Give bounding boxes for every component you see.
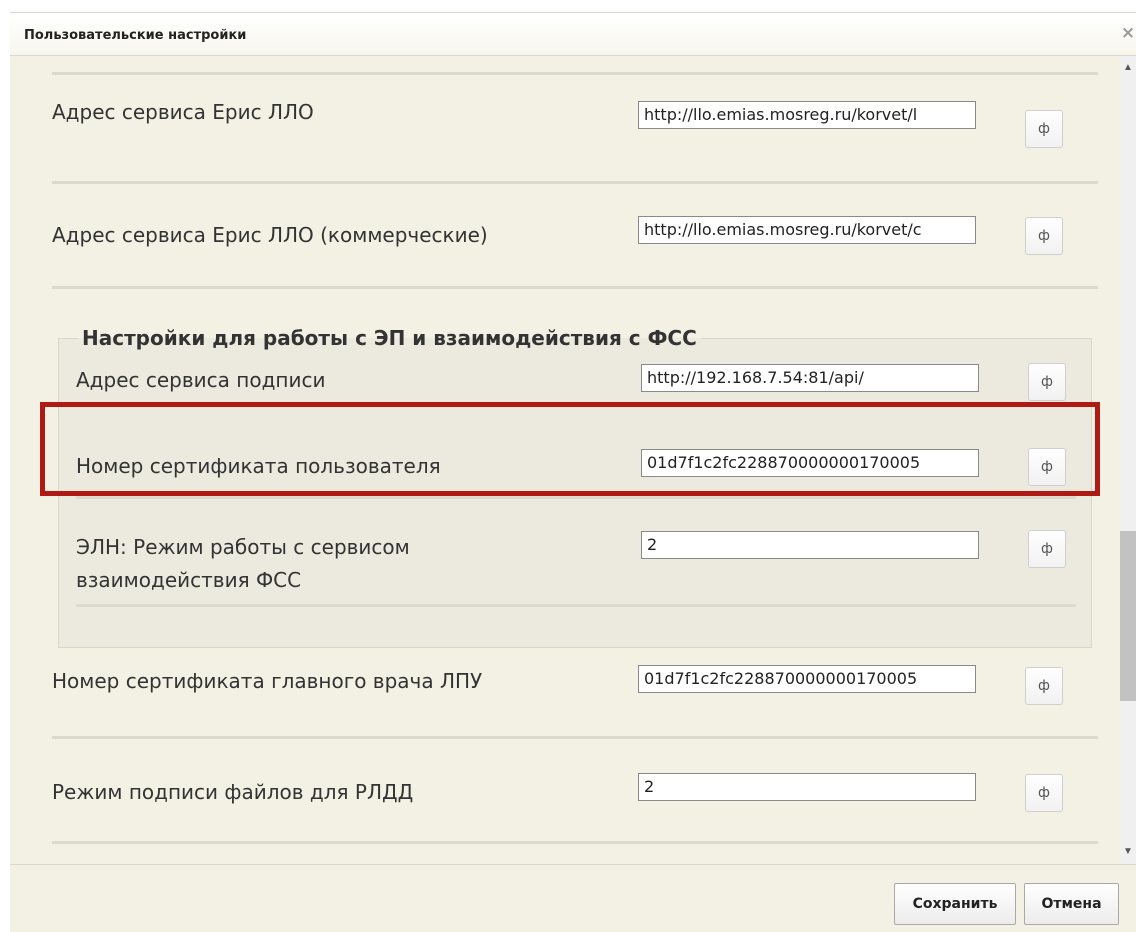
triangle-up-icon[interactable]: ▲ (1120, 60, 1136, 76)
divider (76, 604, 1076, 607)
chief-doctor-certificate-label: Номер сертификата главного врача ЛПУ (52, 669, 483, 693)
eln-mode-label-line2: взаимодействия ФСС (76, 568, 302, 592)
reset-icon: ф (1041, 374, 1053, 390)
reset-icon: ф (1041, 541, 1053, 557)
divider (52, 736, 1098, 739)
settings-content: Адрес сервиса Ерис ЛЛО http://llo.emias.… (10, 56, 1120, 864)
eris-llo-commercial-input[interactable]: http://llo.emias.mosreg.ru/korvet/c (638, 216, 976, 244)
rldd-signature-mode-reset-button[interactable]: ф (1025, 774, 1063, 812)
dialog-title: Пользовательские настройки (24, 28, 247, 43)
eris-llo-reset-button[interactable]: ф (1025, 110, 1063, 148)
divider (52, 181, 1098, 184)
eln-mode-label-line1: ЭЛН: Режим работы с сервисом (76, 535, 410, 559)
divider (52, 841, 1098, 844)
divider (76, 496, 1076, 499)
signature-service-label: Адрес сервиса подписи (76, 368, 326, 392)
reset-icon: ф (1038, 228, 1050, 244)
save-button[interactable]: Сохранить (894, 883, 1016, 925)
eris-llo-input[interactable]: http://llo.emias.mosreg.ru/korvet/l (638, 101, 976, 129)
eris-llo-label: Адрес сервиса Ерис ЛЛО (52, 100, 314, 124)
scroll-thumb[interactable] (1120, 531, 1136, 701)
dialog-footer: Сохранить Отмена (10, 864, 1136, 932)
dialog-titlebar: Пользовательские настройки × (10, 13, 1136, 56)
rldd-signature-mode-label: Режим подписи файлов для РЛДД (52, 780, 414, 804)
settings-dialog: Пользовательские настройки × Адрес серви… (10, 12, 1136, 932)
signature-service-reset-button[interactable]: ф (1028, 363, 1066, 401)
reset-icon: ф (1038, 678, 1050, 694)
signature-service-input[interactable]: http://192.168.7.54:81/api/ (641, 364, 979, 392)
divider (52, 72, 1098, 75)
highlight-frame (40, 402, 1100, 496)
reset-icon: ф (1038, 121, 1050, 137)
eris-llo-commercial-reset-button[interactable]: ф (1025, 217, 1063, 255)
chief-doctor-certificate-reset-button[interactable]: ф (1025, 667, 1063, 705)
fss-group-title: Настройки для работы с ЭП и взаимодейств… (78, 324, 701, 352)
divider (52, 286, 1098, 289)
eln-mode-input[interactable]: 2 (641, 531, 979, 559)
cancel-button[interactable]: Отмена (1024, 883, 1119, 925)
eris-llo-commercial-label: Адрес сервиса Ерис ЛЛО (коммерческие) (52, 223, 488, 247)
close-icon[interactable]: × (1120, 24, 1136, 42)
vertical-scrollbar[interactable]: ▲ ▼ (1120, 56, 1136, 864)
rldd-signature-mode-input[interactable]: 2 (638, 773, 976, 801)
chief-doctor-certificate-input[interactable]: 01d7f1c2fc228870000000170005 (638, 665, 976, 693)
triangle-down-icon[interactable]: ▼ (1120, 844, 1136, 860)
eln-mode-reset-button[interactable]: ф (1028, 530, 1066, 568)
reset-icon: ф (1038, 785, 1050, 801)
